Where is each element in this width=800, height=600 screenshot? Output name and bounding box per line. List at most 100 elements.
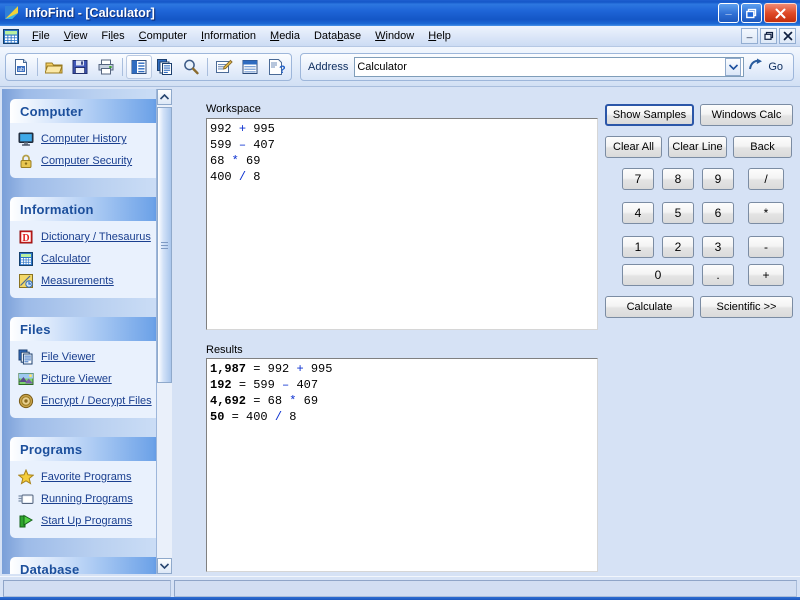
operand-right: 69 — [246, 154, 261, 168]
sidebar-item-measurements[interactable]: Measurements — [10, 270, 165, 292]
close-button[interactable] — [764, 3, 797, 23]
chevron-up-icon[interactable] — [157, 89, 172, 105]
operator: + — [238, 122, 247, 136]
sidebar-group-header[interactable]: Programs — [10, 437, 165, 461]
calculate-button[interactable]: Calculate — [605, 296, 694, 318]
picture-icon — [18, 371, 34, 387]
key-5-button[interactable]: 5 — [662, 202, 694, 224]
sidebar-scrollbar[interactable] — [156, 89, 172, 574]
infofind-logo-icon — [4, 5, 20, 21]
maximize-button[interactable] — [741, 3, 762, 23]
key-divide-button[interactable]: / — [748, 168, 784, 190]
sidebar-item-start-up-programs[interactable]: Start Up Programs — [10, 510, 165, 532]
address-value: Calculator — [357, 60, 407, 73]
key-0-button[interactable]: 0 — [622, 264, 694, 286]
sidebar-item-dictionary-thesaurus[interactable]: D Dictionary / Thesaurus — [10, 226, 165, 248]
result-line: 50 = 400 / 8 — [210, 409, 594, 425]
sidebar-item-label: Computer Security — [41, 155, 133, 167]
mdi-restore-button[interactable] — [760, 28, 777, 44]
startup-icon — [18, 513, 34, 529]
key-7-button[interactable]: 7 — [622, 168, 654, 190]
sidebar-item-file-viewer[interactable]: File Viewer — [10, 346, 165, 368]
menu-file[interactable]: File — [25, 28, 57, 44]
menu-computer[interactable]: Computer — [132, 28, 194, 44]
key-2-button[interactable]: 2 — [662, 236, 694, 258]
result-answer: 50 — [210, 410, 225, 424]
key-8-button[interactable]: 8 — [662, 168, 694, 190]
sidebar-group-header[interactable]: Information — [10, 197, 165, 221]
workspace-line: 400 / 8 — [210, 169, 594, 185]
address-input[interactable]: Calculator — [354, 56, 745, 77]
chevron-down-icon[interactable] — [725, 57, 742, 76]
sidebar-group-information: Information D Dictionary / Thesaurus Cal… — [10, 197, 165, 298]
windows-calc-button[interactable]: Windows Calc — [700, 104, 793, 126]
menu-information[interactable]: Information — [194, 28, 263, 44]
operator: * — [231, 154, 239, 168]
calculator-icon[interactable] — [3, 28, 19, 44]
operand-right: 407 — [296, 378, 319, 392]
key-6-button[interactable]: 6 — [702, 202, 734, 224]
sidebar-item-computer-security[interactable]: Computer Security — [10, 150, 165, 172]
key-1-button[interactable]: 1 — [622, 236, 654, 258]
back-button[interactable]: Back — [733, 136, 792, 158]
chevron-down-icon[interactable] — [157, 558, 172, 574]
search-magnifier-icon[interactable] — [178, 55, 204, 79]
key-subtract-button[interactable]: - — [748, 236, 784, 258]
key-decimal-button[interactable]: . — [702, 264, 734, 286]
monitor-icon — [18, 131, 34, 147]
result-line: 4,692 = 68 * 69 — [210, 393, 594, 409]
open-folder-icon[interactable] — [41, 55, 67, 79]
sidebar-group-header[interactable]: Computer — [10, 99, 165, 123]
menu-media[interactable]: Media — [263, 28, 307, 44]
go-button[interactable]: Go — [744, 57, 789, 76]
workspace-textarea[interactable]: 992 + 995 599 – 407 68 * 69 400 / 8 — [206, 118, 598, 330]
sidebar-item-computer-history[interactable]: Computer History — [10, 128, 165, 150]
menu-file-accel: F — [32, 30, 39, 42]
help-document-icon[interactable]: ? — [263, 55, 289, 79]
sidebar-group-header[interactable]: Database — [10, 557, 165, 574]
operand-left: 992 — [267, 362, 290, 376]
show-samples-button[interactable]: Show Samples — [605, 104, 694, 126]
sidebar-item-picture-viewer[interactable]: Picture Viewer — [10, 368, 165, 390]
key-9-button[interactable]: 9 — [702, 168, 734, 190]
operand-left: 400 — [246, 410, 268, 424]
key-multiply-button[interactable]: * — [748, 202, 784, 224]
key-4-button[interactable]: 4 — [622, 202, 654, 224]
key-add-button[interactable]: + — [748, 264, 784, 286]
clear-line-button[interactable]: Clear Line — [668, 136, 727, 158]
list-view-icon[interactable] — [126, 54, 152, 79]
results-textarea[interactable]: 1,987 = 992 + 995 192 = 599 – 407 4,692 … — [206, 358, 598, 572]
mdi-close-button[interactable] — [779, 28, 796, 44]
scientific-button[interactable]: Scientific >> — [700, 296, 793, 318]
key-3-button[interactable]: 3 — [702, 236, 734, 258]
menu-file-rest: ile — [38, 30, 50, 42]
menu-view[interactable]: View — [57, 28, 95, 44]
sidebar-group-title: Programs — [20, 441, 83, 457]
menu-help[interactable]: Help — [421, 28, 458, 44]
toolbar: ab Address Calculator Go — [0, 47, 800, 87]
sidebar-item-encrypt-decrypt-files[interactable]: Encrypt / Decrypt Files — [10, 390, 165, 412]
menu-bar: File View Files Computer Information Med… — [0, 26, 800, 47]
edit-notes-icon[interactable] — [211, 55, 237, 79]
new-document-icon[interactable]: ab — [8, 55, 34, 79]
clear-all-button[interactable]: Clear All — [605, 136, 662, 158]
menu-files[interactable]: Files — [94, 28, 131, 44]
print-icon[interactable] — [93, 55, 119, 79]
menu-database[interactable]: Database — [307, 28, 368, 44]
sidebar-item-label: Computer History — [41, 133, 127, 145]
save-disk-icon[interactable] — [67, 55, 93, 79]
encryption-icon — [18, 393, 34, 409]
sidebar-item-favorite-programs[interactable]: Favorite Programs — [10, 466, 165, 488]
mdi-minimize-button[interactable]: _ — [741, 28, 758, 44]
details-view-icon[interactable] — [237, 55, 263, 79]
operand-left: 400 — [210, 170, 232, 184]
sidebar-item-label: Start Up Programs — [41, 515, 133, 527]
menu-window[interactable]: Window — [368, 28, 421, 44]
copy-icon[interactable] — [152, 55, 178, 79]
scrollbar-track[interactable] — [157, 105, 172, 558]
sidebar-item-running-programs[interactable]: Running Programs — [10, 488, 165, 510]
scrollbar-thumb[interactable] — [157, 107, 172, 383]
sidebar-item-calculator[interactable]: Calculator — [10, 248, 165, 270]
minimize-button[interactable]: _ — [718, 3, 739, 23]
sidebar-group-header[interactable]: Files — [10, 317, 165, 341]
